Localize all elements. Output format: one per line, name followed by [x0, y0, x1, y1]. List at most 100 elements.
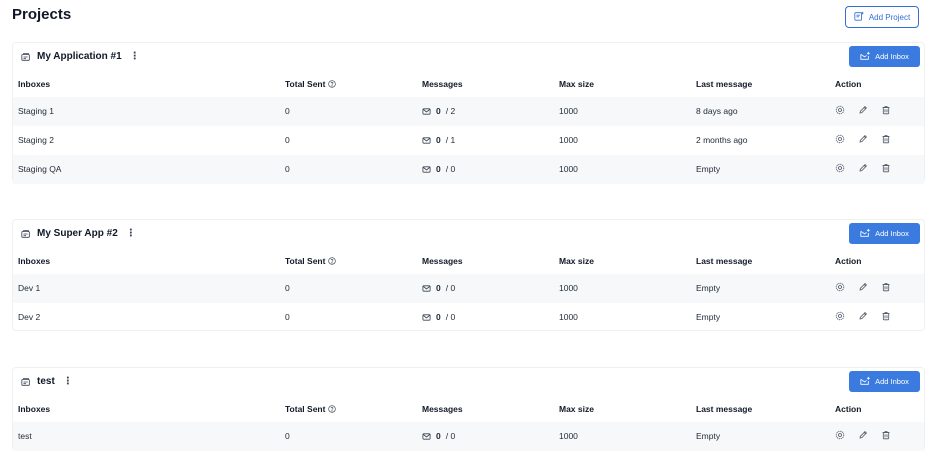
add-project-button[interactable]: Add Project: [845, 6, 919, 28]
column-header-inboxes: Inboxes: [18, 404, 51, 414]
pencil-icon[interactable]: [858, 282, 868, 292]
pencil-icon[interactable]: [858, 105, 868, 115]
inbox-link[interactable]: Dev 1: [18, 283, 40, 293]
gear-icon[interactable]: [835, 134, 845, 144]
column-header-action: Action: [835, 256, 862, 266]
folder-icon: [21, 377, 31, 387]
inbox-link[interactable]: Dev 2: [18, 312, 40, 322]
last-message-value: Empty: [696, 164, 721, 174]
last-message-value: Empty: [696, 312, 721, 322]
envelope-icon: [422, 165, 431, 174]
gear-icon[interactable]: [835, 105, 845, 115]
gear-icon[interactable]: [835, 282, 845, 292]
trash-icon[interactable]: [881, 105, 891, 115]
max-size-value: 1000: [559, 106, 578, 116]
envelope-icon: [422, 136, 431, 145]
row-actions: [835, 134, 891, 144]
page-title: Projects: [12, 6, 72, 23]
column-header-total-sent-label: Total Sent: [285, 256, 326, 266]
inbox-link[interactable]: test: [18, 431, 32, 441]
add-inbox-label: Add Inbox: [875, 377, 909, 386]
trash-icon[interactable]: [881, 163, 891, 173]
pencil-icon[interactable]: [858, 430, 868, 440]
max-size-value: 1000: [559, 431, 578, 441]
folder-icon: [21, 52, 31, 62]
trash-icon[interactable]: [881, 282, 891, 292]
inbox-link[interactable]: Staging QA: [18, 164, 61, 174]
project-card: test ⋮ Add Inbox Inboxes Total Sent Mess…: [12, 367, 925, 451]
inbox-link[interactable]: Staging 2: [18, 135, 54, 145]
project-header: My Super App #2 ⋮ Add Inbox: [13, 220, 924, 248]
table-row: Dev 1 0 0 / 0 1000 Empty: [13, 274, 924, 303]
column-header-total-sent-label: Total Sent: [285, 404, 326, 414]
messages-value: 0 / 0: [422, 312, 455, 322]
column-header-action: Action: [835, 79, 862, 89]
envelope-icon: [422, 284, 431, 293]
messages-max: / 1: [445, 135, 456, 145]
column-header-max-size: Max size: [559, 79, 594, 89]
pencil-icon[interactable]: [858, 311, 868, 321]
pencil-icon[interactable]: [858, 134, 868, 144]
messages-count: 0: [436, 164, 441, 174]
pencil-icon[interactable]: [858, 163, 868, 173]
add-inbox-button[interactable]: Add Inbox: [849, 46, 920, 67]
total-sent-value: 0: [285, 106, 290, 116]
last-message-value: 2 months ago: [696, 135, 748, 145]
help-circle-icon[interactable]: [328, 80, 337, 88]
trash-icon[interactable]: [881, 311, 891, 321]
table-row: Dev 2 0 0 / 0 1000 Empty: [13, 303, 924, 332]
project-header: test ⋮ Add Inbox: [13, 368, 924, 396]
messages-value: 0 / 2: [422, 106, 455, 116]
gear-icon[interactable]: [835, 163, 845, 173]
add-inbox-icon: [860, 228, 870, 240]
table-row: Staging QA 0 0 / 0 1000 Empty: [13, 155, 924, 184]
project-header: My Application #1 ⋮ Add Inbox: [13, 43, 924, 71]
messages-count: 0: [436, 106, 441, 116]
envelope-icon: [422, 432, 431, 441]
column-header-last-message: Last message: [696, 404, 753, 414]
add-inbox-button[interactable]: Add Inbox: [849, 371, 920, 392]
table-row: Staging 2 0 0 / 1 1000 2 months ago: [13, 126, 924, 155]
project-card: My Super App #2 ⋮ Add Inbox Inboxes Tota…: [12, 219, 925, 331]
kebab-menu-icon[interactable]: ⋮: [63, 376, 73, 387]
table-header: Inboxes Total Sent Messages Max size Las…: [13, 248, 924, 274]
gear-icon[interactable]: [835, 311, 845, 321]
help-circle-icon[interactable]: [328, 405, 337, 413]
add-inbox-icon: [860, 51, 870, 63]
folder-icon: [21, 229, 31, 239]
add-inbox-icon: [860, 376, 870, 388]
messages-value: 0 / 0: [422, 164, 455, 174]
gear-icon[interactable]: [835, 430, 845, 440]
project-name: My Application #1: [37, 51, 122, 62]
messages-max: / 0: [445, 164, 456, 174]
column-header-last-message: Last message: [696, 79, 753, 89]
trash-icon[interactable]: [881, 134, 891, 144]
messages-max: / 0: [445, 283, 456, 293]
column-header-last-message: Last message: [696, 256, 753, 266]
add-inbox-button[interactable]: Add Inbox: [849, 223, 920, 244]
column-header-inboxes: Inboxes: [18, 256, 51, 266]
row-actions: [835, 282, 891, 292]
messages-max: / 2: [445, 106, 456, 116]
kebab-menu-icon[interactable]: ⋮: [130, 51, 140, 62]
messages-value: 0 / 0: [422, 431, 455, 441]
column-header-max-size: Max size: [559, 256, 594, 266]
table-header: Inboxes Total Sent Messages Max size Las…: [13, 71, 924, 97]
help-circle-icon[interactable]: [328, 257, 337, 265]
column-header-messages: Messages: [422, 256, 463, 266]
table-row: test 0 0 / 0 1000 Empty: [13, 422, 924, 451]
project-card: My Application #1 ⋮ Add Inbox Inboxes To…: [12, 42, 925, 184]
last-message-value: Empty: [696, 283, 721, 293]
max-size-value: 1000: [559, 164, 578, 174]
add-project-icon: [854, 11, 864, 23]
page-header: Projects Add Project: [0, 0, 936, 36]
messages-value: 0 / 1: [422, 135, 455, 145]
messages-value: 0 / 0: [422, 283, 455, 293]
add-inbox-label: Add Inbox: [875, 229, 909, 238]
inbox-link[interactable]: Staging 1: [18, 106, 54, 116]
trash-icon[interactable]: [881, 430, 891, 440]
column-header-action: Action: [835, 404, 862, 414]
column-header-inboxes: Inboxes: [18, 79, 51, 89]
messages-count: 0: [436, 135, 441, 145]
kebab-menu-icon[interactable]: ⋮: [126, 228, 136, 239]
